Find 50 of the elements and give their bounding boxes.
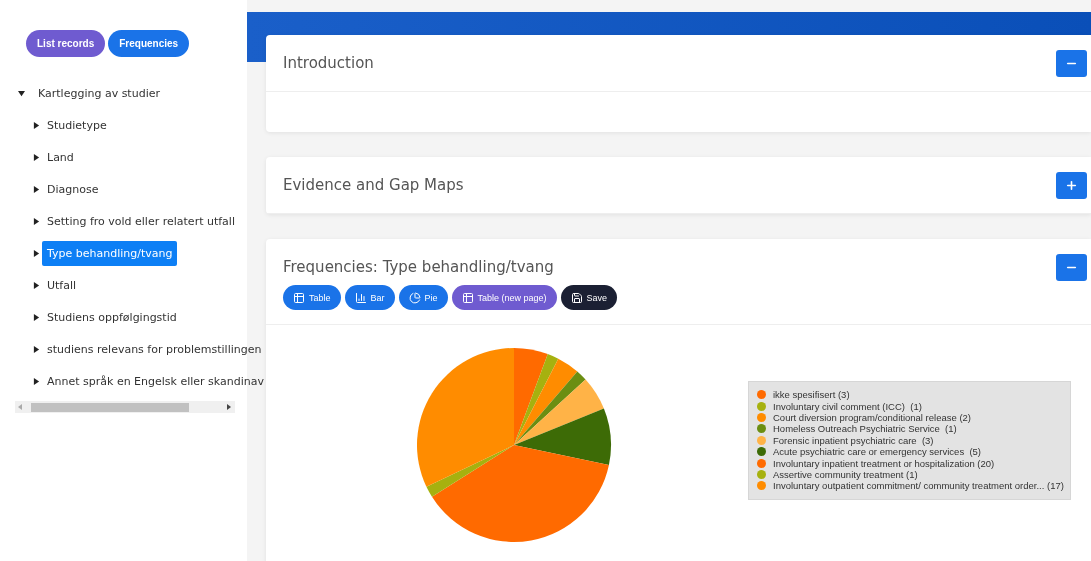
tree-item[interactable]: Diagnose	[42, 176, 104, 202]
legend-label: Involuntary civil comment (ICC) (1)	[773, 400, 922, 412]
table-icon	[293, 291, 305, 304]
caret-right-icon[interactable]	[33, 185, 40, 193]
tree-item[interactable]: Studietype	[42, 112, 112, 138]
plus-icon	[1065, 178, 1078, 192]
tree-item[interactable]: Studiens oppfølgingstid	[42, 304, 182, 330]
chart-option-button[interactable]: Save	[560, 285, 618, 310]
caret-right-icon[interactable]	[33, 313, 40, 321]
caret-right-icon[interactable]	[33, 377, 40, 385]
legend-label: Acute psychiatric care or emergency services (5)	[773, 446, 982, 458]
legend-label: Involuntary outpatient commitment/ community treatment order... (17)	[773, 480, 1064, 492]
caret-right-icon[interactable]	[33, 345, 40, 353]
legend-label: Court diversion program/conditional release (2)	[773, 411, 971, 423]
panel-title: Evidence and Gap Maps	[283, 176, 464, 194]
tree-item[interactable]: studiens relevans for problemstillingen	[42, 336, 267, 362]
caret-right-icon[interactable]	[33, 153, 40, 161]
tree-item[interactable]: Land	[42, 144, 79, 170]
nav-button[interactable]: List records	[26, 30, 106, 57]
caret-right-icon[interactable]	[33, 217, 40, 225]
collapse-button[interactable]	[1056, 253, 1087, 281]
chart-option-button[interactable]: Pie	[398, 285, 448, 310]
horizontal-scrollbar[interactable]	[15, 401, 235, 413]
save-icon	[570, 291, 583, 304]
legend-label: Involuntary inpatient treatment or hospitalization (20)	[773, 457, 995, 469]
caret-down-icon[interactable]	[18, 89, 25, 97]
legend-label: Homeless Outreach Psychiatric Service (1)	[773, 423, 957, 435]
nav-button[interactable]: Frequencies	[108, 30, 190, 57]
chart-option-button[interactable]: Table	[283, 285, 341, 310]
table-icon	[461, 291, 474, 304]
chart-option-button[interactable]: Bar	[344, 285, 395, 310]
chart-option-button[interactable]: Table (new page)	[451, 285, 557, 310]
expand-button[interactable]	[1056, 171, 1087, 199]
panel-title: Introduction	[283, 54, 374, 72]
legend-label: Forensic inpatient psychiatric care (3)	[773, 434, 934, 446]
pie-chart-icon	[408, 291, 421, 304]
tree-item[interactable]: Setting fro vold eller relatert utfall	[42, 208, 240, 234]
collapse-button[interactable]	[1056, 49, 1087, 77]
caret-right-icon[interactable]	[33, 249, 40, 257]
tree-item[interactable]: Utfall	[42, 272, 82, 298]
scroll-right-icon[interactable]	[227, 404, 232, 410]
caret-right-icon[interactable]	[33, 121, 40, 129]
tree-item[interactable]: Annet språk en Engelsk eller skandinav	[42, 368, 269, 394]
legend-label: Assertive community treatment (1)	[773, 468, 918, 480]
tree-item[interactable]: Kartlegging av studier	[33, 80, 165, 106]
caret-right-icon[interactable]	[33, 281, 40, 289]
bar-chart-icon	[354, 291, 367, 304]
tree-item[interactable]: Type behandling/tvang	[42, 240, 178, 266]
legend-label: ikke spesifisert (3)	[773, 389, 850, 401]
panel-title: Frequencies: Type behandling/tvang	[283, 258, 554, 276]
